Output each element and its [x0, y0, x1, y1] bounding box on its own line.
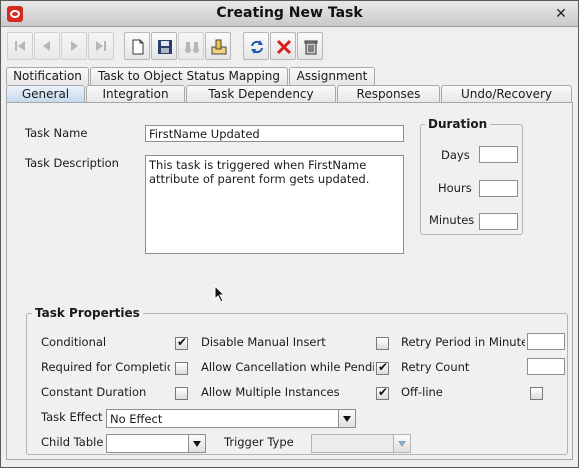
- trigger-type-label: Trigger Type: [224, 435, 294, 449]
- child-table-label: Child Table: [41, 435, 104, 449]
- retry-period-input[interactable]: [527, 333, 565, 350]
- new-button[interactable]: [124, 32, 150, 60]
- find-button[interactable]: [178, 32, 204, 60]
- delete-trash-icon: [304, 40, 318, 55]
- constant-duration-label: Constant Duration: [41, 385, 147, 399]
- cancel-button[interactable]: [270, 32, 296, 60]
- task-description-textarea[interactable]: This task is triggered when FirstName at…: [145, 155, 404, 254]
- save-button[interactable]: [151, 32, 177, 60]
- edit-button[interactable]: [205, 32, 231, 60]
- task-properties-title: Task Properties: [32, 306, 143, 320]
- child-table-select[interactable]: [106, 434, 206, 453]
- hours-input[interactable]: [479, 180, 518, 197]
- hours-label: Hours: [438, 181, 472, 195]
- retry-count-label: Retry Count: [401, 360, 470, 374]
- tab-assignment[interactable]: Assignment: [289, 67, 375, 85]
- edit-icon: [211, 39, 227, 55]
- allow-multiple-instances-label: Allow Multiple Instances: [201, 385, 340, 399]
- checkmark-icon: ✔: [378, 360, 389, 374]
- conditional-label: Conditional: [41, 335, 107, 349]
- tab-undo-recovery[interactable]: Undo/Recovery: [441, 85, 572, 103]
- close-window-button[interactable]: ✕: [554, 7, 568, 21]
- allow-multiple-instances-checkbox[interactable]: ✔: [376, 385, 389, 400]
- retry-period-label: Retry Period in Minutes: [401, 335, 525, 349]
- tab-task-to-object-status-mapping[interactable]: Task to Object Status Mapping: [90, 67, 288, 85]
- minutes-input[interactable]: [479, 213, 518, 230]
- first-record-button[interactable]: [7, 32, 33, 60]
- offline-label: Off-line: [401, 385, 443, 399]
- find-binoculars-icon: [185, 42, 199, 53]
- tab-responses[interactable]: Responses: [337, 85, 440, 103]
- previous-record-icon: [43, 41, 50, 51]
- required-for-completion-label: Required for Completion: [41, 360, 170, 374]
- retry-count-input[interactable]: [527, 358, 565, 375]
- days-label: Days: [441, 148, 470, 162]
- conditional-checkbox[interactable]: ✔: [175, 335, 188, 350]
- general-panel: Task Name FirstName Updated Task Descrip…: [6, 102, 573, 460]
- offline-checkbox[interactable]: [530, 387, 543, 400]
- checkmark-icon: ✔: [177, 335, 188, 349]
- days-input[interactable]: [479, 146, 518, 163]
- next-record-button[interactable]: [61, 32, 87, 60]
- constant-duration-checkbox[interactable]: [175, 387, 188, 400]
- chevron-down-icon[interactable]: [338, 410, 355, 427]
- save-icon: [158, 40, 172, 54]
- chevron-down-icon[interactable]: [188, 435, 205, 452]
- refresh-icon: [251, 40, 263, 54]
- window-title: Creating New Task: [216, 5, 363, 21]
- cancel-x-icon: [276, 39, 292, 55]
- chevron-down-icon[interactable]: [393, 435, 410, 452]
- task-effect-select[interactable]: No Effect: [106, 409, 356, 428]
- task-name-label: Task Name: [25, 126, 88, 140]
- task-effect-label: Task Effect: [41, 410, 103, 424]
- disable-manual-insert-checkbox[interactable]: [376, 337, 389, 350]
- title-bar: Creating New Task ✕: [1, 1, 578, 27]
- checkmark-icon: ✔: [378, 385, 389, 399]
- allow-cancellation-checkbox[interactable]: ✔: [376, 360, 389, 375]
- task-description-label: Task Description: [25, 156, 119, 170]
- task-name-input[interactable]: FirstName Updated: [145, 125, 404, 142]
- tab-integration[interactable]: Integration: [86, 85, 185, 103]
- next-record-icon: [71, 41, 78, 51]
- task-effect-value: No Effect: [110, 412, 163, 426]
- last-record-icon: [96, 41, 106, 51]
- new-document-icon: [132, 39, 144, 55]
- tab-notification[interactable]: Notification: [6, 67, 89, 85]
- refresh-button[interactable]: [243, 32, 269, 60]
- first-record-icon: [15, 41, 25, 51]
- tab-task-dependency[interactable]: Task Dependency: [186, 85, 336, 103]
- disable-manual-insert-label: Disable Manual Insert: [201, 335, 326, 349]
- last-record-button[interactable]: [88, 32, 114, 60]
- minutes-label: Minutes: [429, 213, 475, 227]
- previous-record-button[interactable]: [34, 32, 60, 60]
- task-window: Creating New Task ✕ Notification Task to…: [0, 0, 579, 468]
- delete-button[interactable]: [297, 32, 323, 60]
- tab-general[interactable]: General: [6, 85, 85, 103]
- duration-title: Duration: [425, 117, 491, 131]
- trigger-type-select[interactable]: [311, 434, 411, 453]
- required-for-completion-checkbox[interactable]: [175, 362, 188, 375]
- mouse-pointer-icon: [214, 285, 226, 303]
- allow-cancellation-label: Allow Cancellation while Pending: [201, 360, 374, 374]
